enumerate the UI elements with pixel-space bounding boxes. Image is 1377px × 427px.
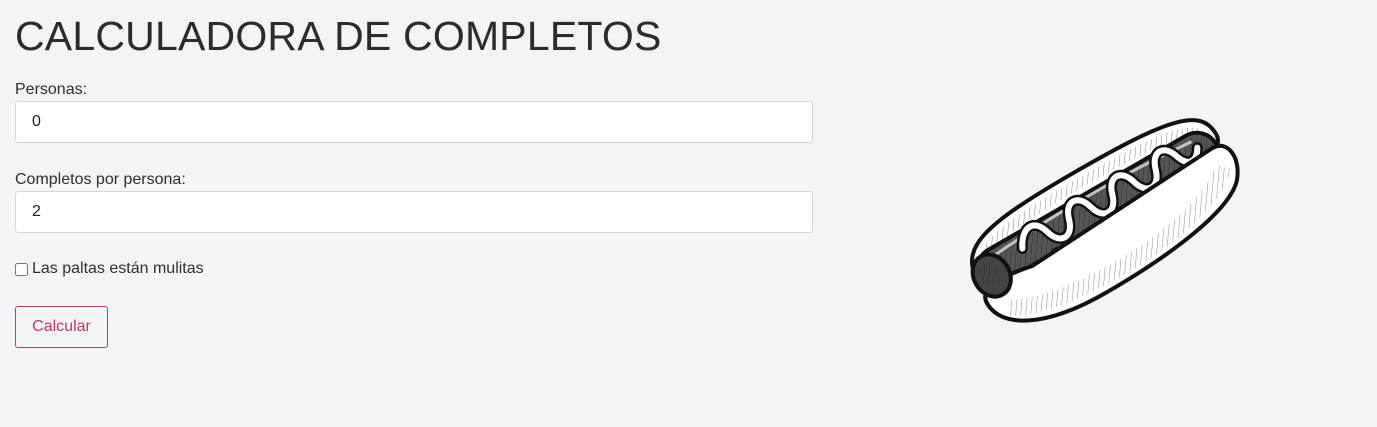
completos-por-persona-input[interactable] xyxy=(15,191,813,233)
calcular-button[interactable]: Calcular xyxy=(15,306,108,348)
hotdog-illustration xyxy=(969,118,1240,323)
personas-label: Personas: xyxy=(15,81,88,98)
paltas-checkbox[interactable] xyxy=(15,262,28,276)
paltas-checkbox-label[interactable]: Las paltas están mulitas xyxy=(32,260,204,278)
paltas-checkbox-row: Las paltas están mulitas xyxy=(15,260,204,278)
personas-input[interactable] xyxy=(15,101,813,143)
completos-por-persona-group: Completos por persona: xyxy=(15,170,813,233)
personas-group: Personas: xyxy=(15,80,813,143)
page-title: CALCULADORA DE COMPLETOS xyxy=(15,13,662,59)
completos-por-persona-label: Completos por persona: xyxy=(15,171,186,188)
